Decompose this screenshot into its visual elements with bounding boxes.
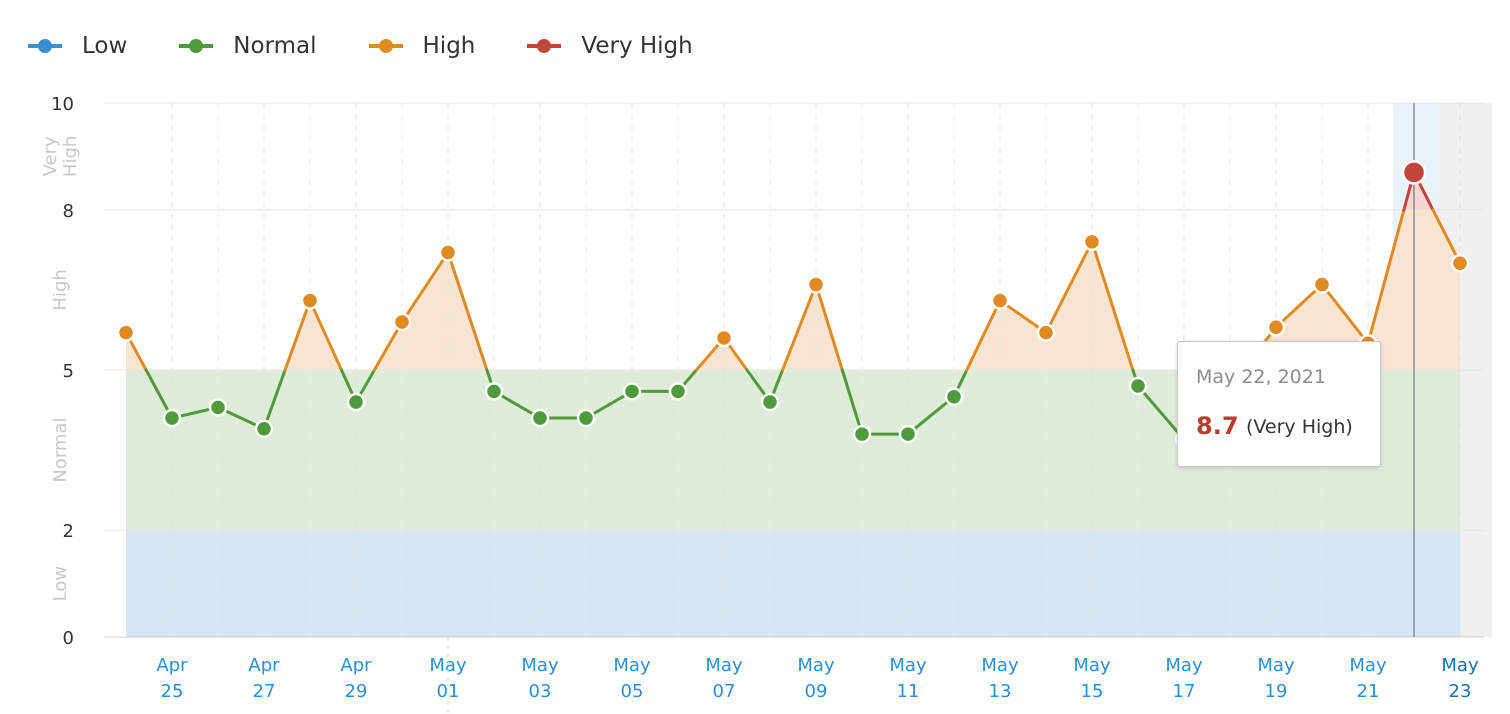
band-axis-label: High: [50, 269, 71, 310]
x-tick-month: May: [1165, 655, 1203, 676]
data-point: [990, 291, 1010, 310]
x-tick-month: Apr: [156, 655, 188, 676]
x-tick-month: May: [797, 655, 835, 676]
y-tick-label: 5: [63, 361, 74, 382]
x-tick-day: 17: [1173, 681, 1196, 702]
x-tick-day: 19: [1265, 681, 1288, 702]
band-axis-word: Low: [50, 566, 71, 601]
data-point: [438, 243, 458, 262]
data-point: [898, 424, 918, 444]
x-tick-day: 01: [437, 681, 460, 702]
data-point: [852, 424, 872, 444]
y-tick-label: 8: [63, 201, 74, 222]
x-tick-day: 25: [161, 681, 184, 702]
tooltip-date: May 22, 2021: [1196, 366, 1326, 388]
x-tick-month: May: [981, 655, 1019, 676]
data-point: [576, 408, 596, 428]
x-tick-day: 11: [897, 681, 920, 702]
x-tick-day: 15: [1081, 681, 1104, 702]
data-point: [944, 387, 964, 406]
x-tick-day: 03: [529, 681, 552, 702]
data-point: [1450, 253, 1470, 273]
data-point: [116, 323, 136, 342]
x-tick-day: 07: [713, 681, 736, 702]
x-tick-month: May: [521, 655, 559, 676]
band-axis-label: Very High: [40, 136, 81, 177]
x-tick-day: 21: [1357, 681, 1380, 702]
data-point: [714, 328, 734, 348]
x-tick-month: May: [1349, 655, 1387, 676]
band-axis-word: High: [50, 269, 71, 310]
tooltip-level: (Very High): [1246, 416, 1353, 438]
data-point: [346, 392, 366, 412]
data-point: [806, 275, 826, 294]
data-point: [484, 382, 504, 401]
data-point: [254, 419, 274, 438]
data-point: [392, 312, 412, 332]
data-point: [1036, 323, 1056, 342]
x-tick-day: 23: [1449, 681, 1472, 702]
x-tick-month: May: [1257, 655, 1295, 676]
data-point: [622, 382, 642, 401]
x-tick-month: May: [1073, 655, 1111, 676]
data-point: [1128, 376, 1148, 396]
band-axis-word: Very: [40, 136, 61, 176]
x-tick-day: 05: [621, 681, 644, 702]
x-tick-month: Apr: [340, 655, 372, 676]
y-tick-label: 10: [51, 94, 74, 115]
x-tick-month: May: [1441, 655, 1479, 676]
data-point: [530, 408, 550, 428]
y-tick-label: 2: [63, 521, 74, 542]
data-point: [1266, 318, 1286, 337]
x-tick-month: May: [889, 655, 927, 676]
x-tick-day: 27: [253, 681, 276, 702]
x-tick-month: Apr: [248, 655, 280, 676]
data-point: [208, 398, 228, 417]
data-point-hovered: [1401, 160, 1427, 185]
x-tick-day: 29: [345, 681, 368, 702]
x-tick-month: May: [705, 655, 743, 676]
x-tick-day: 13: [989, 681, 1012, 702]
data-point: [162, 408, 182, 428]
band-axis-word: Normal: [50, 418, 71, 483]
data-point: [1312, 275, 1332, 294]
tooltip: May 22, 2021 8.7 (Very High): [1177, 341, 1381, 467]
band-axis-word: High: [60, 136, 81, 177]
x-tick-month: May: [613, 655, 651, 676]
data-point: [668, 382, 688, 401]
data-point: [1082, 232, 1102, 252]
band-axis-label: Normal: [50, 418, 71, 483]
data-point: [300, 291, 320, 310]
band-low: [126, 530, 1460, 637]
tooltip-value: 8.7: [1196, 412, 1239, 440]
band-axis-label: Low: [50, 566, 71, 601]
x-tick-day: 09: [805, 681, 828, 702]
y-tick-label: 0: [63, 628, 74, 649]
data-point: [760, 392, 780, 412]
